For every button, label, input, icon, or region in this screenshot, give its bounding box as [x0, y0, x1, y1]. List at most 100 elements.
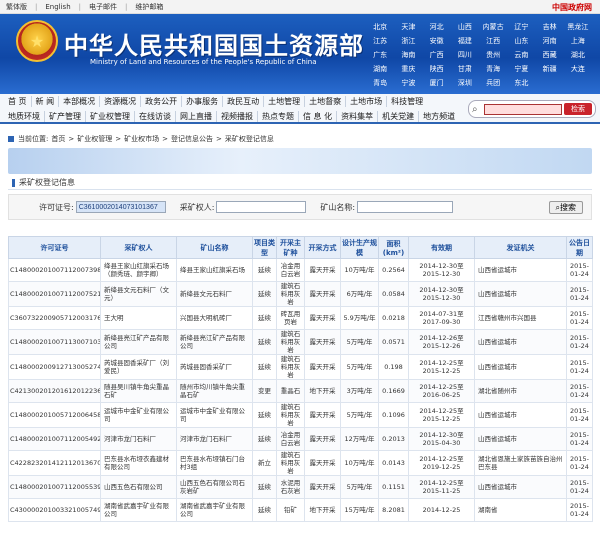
nav-item[interactable]: 首 页 [4, 96, 32, 107]
region-link[interactable]: 云南 [507, 50, 535, 60]
table-cell: 2014-12-26至2015-12-26 [408, 329, 475, 355]
breadcrumb-item[interactable]: 采矿权登记信息 [225, 134, 274, 144]
region-link[interactable]: 贵州 [479, 50, 507, 60]
nav-item[interactable]: 资料集萃 [337, 111, 379, 122]
region-link[interactable]: 重庆 [394, 64, 422, 74]
search-button[interactable]: ⌕搜索 [548, 201, 583, 214]
nav-item[interactable]: 热点专题 [258, 111, 299, 122]
link-traditional[interactable]: 繁体版 [6, 2, 27, 12]
table-row[interactable]: C3607322009057120031768 王大明 兴国县大明机砖厂 延续 砖瓦用页… [8, 306, 593, 330]
region-link[interactable]: 上海 [564, 36, 592, 46]
nav-item[interactable]: 资源概况 [100, 96, 142, 107]
table-cell: 0.1096 [378, 402, 409, 428]
site-subtitle: Ministry of Land and Resources of the Pe… [90, 58, 317, 66]
region-link[interactable]: 山东 [507, 36, 535, 46]
region-link[interactable]: 浙江 [394, 36, 422, 46]
nav-item[interactable]: 在线访谈 [135, 111, 176, 122]
table-cell: 变更 [252, 379, 277, 403]
region-link[interactable]: 新疆 [536, 64, 564, 74]
region-link[interactable]: 青岛 [366, 78, 394, 88]
nav-item[interactable]: 网上直播 [176, 111, 217, 122]
region-link[interactable]: 广西 [423, 50, 451, 60]
region-link[interactable]: 宁波 [394, 78, 422, 88]
link-email[interactable]: 电子邮件 [89, 2, 117, 12]
region-link[interactable]: 大连 [564, 64, 592, 74]
table-row[interactable]: C1480002010071120055396 山西五色石有限公司 山西五色石有限公… [8, 475, 593, 499]
region-link[interactable]: 辽宁 [507, 22, 535, 32]
gov-portal-link[interactable]: 中国政府网 [552, 2, 592, 13]
region-link[interactable]: 四川 [451, 50, 479, 60]
region-link[interactable]: 西藏 [536, 50, 564, 60]
nav-item[interactable]: 政民互动 [223, 96, 265, 107]
nav-item[interactable]: 矿产管理 [45, 111, 86, 122]
nav-item[interactable]: 地质环境 [4, 111, 45, 122]
region-link[interactable]: 湖南 [366, 64, 394, 74]
nav-item[interactable]: 视频播报 [217, 111, 258, 122]
region-link[interactable]: 吉林 [536, 22, 564, 32]
nav-item[interactable]: 矿业权管理 [86, 111, 135, 122]
permit-number-input[interactable] [75, 201, 166, 213]
nav-item[interactable]: 机关党建 [378, 111, 420, 122]
mine-name-input[interactable] [357, 201, 454, 213]
region-link[interactable]: 青海 [479, 64, 507, 74]
table-row[interactable]: C4300002010033210057497 湖南省武嘉宇矿业有限公司 湖南省武嘉… [8, 498, 593, 522]
link-english[interactable]: English [45, 3, 70, 11]
region-link[interactable]: 江西 [479, 36, 507, 46]
region-link[interactable]: 内蒙古 [479, 22, 507, 32]
region-link[interactable]: 海南 [394, 50, 422, 60]
table-row[interactable]: C4228232014121120136702 巴东县水布垭衣鑫建材有限公司 巴东县… [8, 450, 593, 476]
region-link[interactable]: 湖北 [564, 50, 592, 60]
region-link[interactable]: 山西 [451, 22, 479, 32]
breadcrumb-item[interactable]: 矿业权管理 [77, 134, 112, 144]
region-link[interactable]: 福建 [451, 36, 479, 46]
table-row[interactable]: C1480002010057120064589 运城市中金矿业有限公司 运城市中金矿… [8, 402, 593, 428]
table-cell: C1480002009127130052746 [8, 354, 101, 380]
region-link[interactable]: 黑龙江 [564, 22, 592, 32]
region-link[interactable]: 深圳 [451, 78, 479, 88]
table-row[interactable]: C1480002010071120075217 新绛县文元石料厂（文元） 新绛县文元… [8, 281, 593, 307]
region-link[interactable]: 河北 [423, 22, 451, 32]
nav-item[interactable]: 土地督察 [305, 96, 347, 107]
site-search-input[interactable] [484, 103, 562, 115]
nav-item[interactable]: 信 息 化 [299, 111, 338, 122]
table-cell: 8.2081 [378, 498, 409, 522]
link-maint-email[interactable]: 维护邮箱 [135, 2, 163, 12]
breadcrumb-item[interactable]: 登记信息公告 [171, 134, 213, 144]
region-link[interactable]: 兵团 [479, 78, 507, 88]
region-link[interactable]: 厦门 [423, 78, 451, 88]
table-cell: 露天开采 [304, 402, 341, 428]
nav-item[interactable]: 科技管理 [387, 96, 427, 107]
nav-item[interactable]: 新 闻 [32, 96, 60, 107]
region-link[interactable]: 安徽 [423, 36, 451, 46]
table-row[interactable]: C4213002012016120122360 随县吴川镇牛角尖重晶石矿 随州市均川… [8, 379, 593, 403]
table-cell: 建筑石料用灰岩 [276, 354, 305, 380]
nav-item[interactable]: 办事服务 [182, 96, 224, 107]
region-link[interactable]: 天津 [394, 22, 422, 32]
table-row[interactable]: C1480002010071130071034 新绛县亮江矿产品有限公司 新绛县亮江… [8, 329, 593, 355]
nav-item[interactable]: 土地市场 [346, 96, 388, 107]
region-link[interactable]: 陕西 [423, 64, 451, 74]
region-link[interactable]: 广东 [366, 50, 394, 60]
table-row[interactable]: C1480002010071120054928 河津市龙门石料厂 河津市龙门石料厂延… [8, 427, 593, 451]
region-link[interactable]: 东北 [507, 78, 535, 88]
nav-item[interactable]: 政务公开 [141, 96, 183, 107]
breadcrumb-item[interactable]: 首页 [51, 134, 65, 144]
nav-item[interactable]: 本部概况 [59, 96, 101, 107]
region-link[interactable]: 江苏 [366, 36, 394, 46]
region-link[interactable]: 河南 [536, 36, 564, 46]
table-cell: 露天开采 [304, 306, 341, 330]
region-link[interactable]: 北京 [366, 22, 394, 32]
nav-item[interactable]: 土地管理 [264, 96, 306, 107]
column-header: 许可证号 [8, 236, 101, 259]
breadcrumb-item[interactable]: 矿业权市场 [124, 134, 159, 144]
table-row[interactable]: C1480002009127130052746 芮城县固香采矿厂（刘爱民） 芮城县固… [8, 354, 593, 380]
site-search-button[interactable]: 检索 [564, 103, 592, 115]
table-cell: 2014-12-30至2015-04-30 [408, 427, 475, 451]
nav-item[interactable]: 地方频道 [419, 111, 459, 122]
table-cell: 湖北省随州市 [474, 379, 567, 403]
table-row[interactable]: C1480002010071120073985 绛县王家山红旗采石场（颜秀琏、颜宇… [8, 258, 593, 282]
table-cell: 王大明 [100, 306, 177, 330]
mining-right-holder-input[interactable] [216, 201, 307, 213]
region-link[interactable]: 甘肃 [451, 64, 479, 74]
region-link[interactable]: 宁夏 [507, 64, 535, 74]
